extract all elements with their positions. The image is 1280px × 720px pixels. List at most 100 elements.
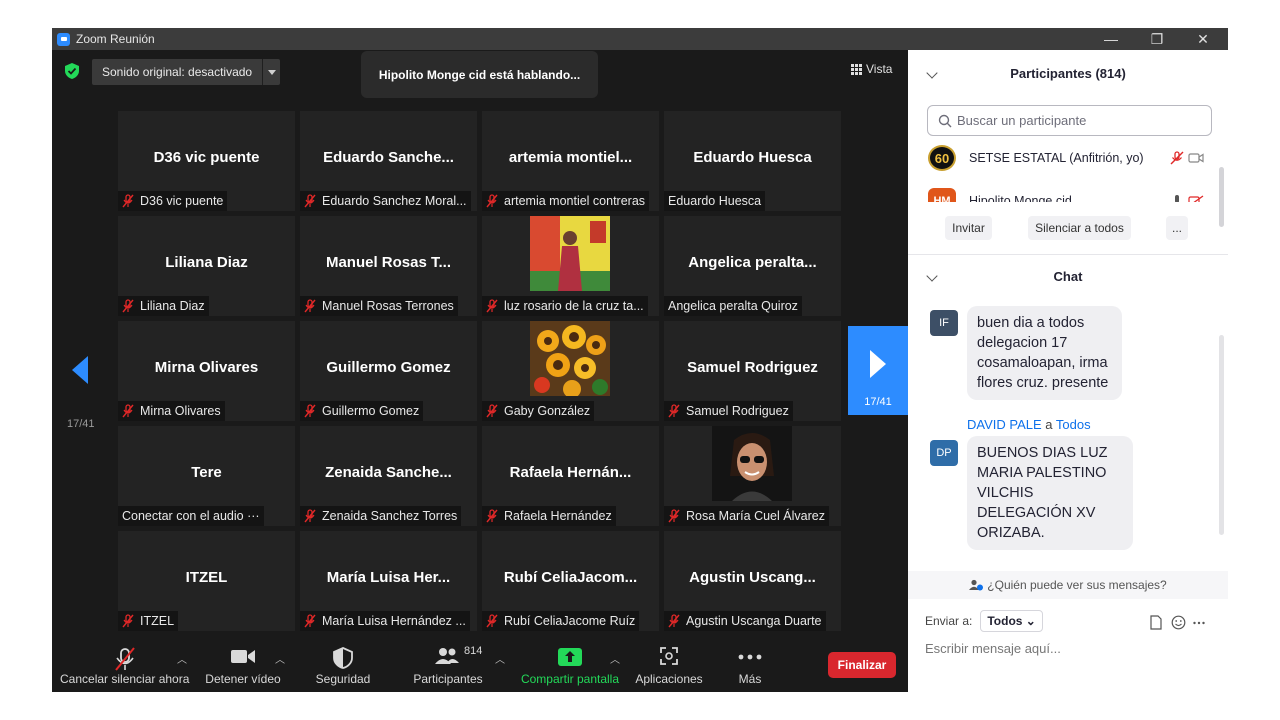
participant-name: Eduardo Huesca [693,149,812,166]
next-page-button[interactable]: 17/41 [848,326,908,415]
microphone-icon[interactable] [1172,194,1182,202]
participant-photo [712,426,792,501]
participant-tile[interactable]: Eduardo Huesca Eduardo Huesca [664,111,841,211]
restore-button[interactable]: ❐ [1134,28,1180,50]
participant-label-text: Mirna Olivares [140,404,221,418]
participant-tile[interactable]: Rafaela Hernán... Rafaela Hernández [482,426,659,526]
participant-tile[interactable]: ITZEL ITZEL [118,531,295,631]
unmute-label: Cancelar silenciar ahora [60,672,190,686]
meeting-toolbar: Cancelar silenciar ahora ︿ Detener vídeo… [52,639,908,692]
chat-message-input[interactable]: Escribir mensaje aquí... [925,641,1215,656]
participant-tile[interactable]: Gaby González [482,321,659,421]
audio-options-chevron-icon[interactable]: ︿ [177,651,187,666]
emoji-icon[interactable] [1171,615,1186,630]
participant-tile[interactable]: Samuel Rodriguez Samuel Rodriguez [664,321,841,421]
participant-label-text: luz rosario de la cruz ta... [504,299,644,313]
participant-tile[interactable]: Angelica peralta... Angelica peralta Qui… [664,216,841,316]
chat-scrollbar[interactable] [1219,335,1224,535]
original-sound-label: Sonido original: desactivado [102,65,253,79]
participants-button[interactable]: 814 Participantes [408,639,488,692]
message-sender-line: DAVID PALE a Todos [967,417,1091,432]
invite-button[interactable]: Invitar [945,216,992,240]
send-to-row: Enviar a: Todos ⌄ [925,610,1043,632]
participant-tile[interactable]: Zenaida Sanche... Zenaida Sanchez Torres [300,426,477,526]
video-off-icon[interactable] [1188,195,1204,202]
message-sender[interactable]: DAVID PALE [967,417,1042,432]
participant-label: Liliana Diaz [118,296,209,316]
participant-tile[interactable]: Agustin Uscang... Agustin Uscanga Duarte [664,531,841,631]
apps-button[interactable]: Aplicaciones [632,639,706,692]
participant-name: Samuel Rodriguez [687,359,818,376]
participant-label: Rubí CeliaJacome Ruíz [482,611,640,631]
participant-label-text: Manuel Rosas Terrones [322,299,454,313]
participant-label: Rosa María Cuel Álvarez [664,506,829,526]
participant-name: Angelica peralta... [688,254,817,271]
chat-more-icon[interactable] [1193,621,1205,625]
participant-name: María Luisa Her... [326,569,451,586]
participants-label: Participantes [413,672,483,686]
title-bar: Zoom Reunión — ❐ ✕ [52,28,1228,50]
participant-label-text: Guillermo Gomez [322,404,420,418]
participant-name: Zenaida Sanche... [325,464,452,481]
participant-tile[interactable]: Liliana Diaz Liliana Diaz [118,216,295,316]
participant-label: Rafaela Hernández [482,506,616,526]
chat-message: buen dia a todos delegacion 17 cosamaloa… [967,306,1122,400]
end-meeting-button[interactable]: Finalizar [828,652,896,678]
participant-label: Angelica peralta Quiroz [664,296,802,316]
view-button[interactable]: Vista [851,62,892,76]
message-recipient[interactable]: Todos [1056,417,1091,432]
participant-tile[interactable]: luz rosario de la cruz ta... [482,216,659,316]
send-to-dropdown[interactable]: Todos ⌄ [980,610,1043,632]
participant-tile[interactable]: Guillermo Gomez Guillermo Gomez [300,321,477,421]
share-options-chevron-icon[interactable]: ︿ [610,651,620,666]
participant-name: Rubí CeliaJacom... [503,569,638,586]
participant-label: Manuel Rosas Terrones [300,296,458,316]
muted-mic-icon [122,404,134,418]
send-to-label: Enviar a: [925,614,973,628]
participant-tile[interactable]: D36 vic puente D36 vic puente [118,111,295,211]
participant-label: Agustin Uscanga Duarte [664,611,826,631]
active-speaker-banner: Hipolito Monge cid está hablando... [361,51,598,98]
muted-mic-icon[interactable] [1170,151,1184,165]
participants-more-button[interactable]: ... [1166,216,1188,240]
chevron-down-icon[interactable] [262,59,280,85]
participant-avatar: 60 [928,145,956,171]
close-button[interactable]: ✕ [1180,28,1226,50]
participant-tile[interactable]: Mirna Olivares Mirna Olivares [118,321,295,421]
file-icon[interactable] [1149,615,1163,630]
original-sound-dropdown[interactable]: Sonido original: desactivado [92,59,281,85]
more-button[interactable]: Más [726,639,774,692]
participants-options-chevron-icon[interactable]: ︿ [495,651,505,666]
who-can-see-messages-link[interactable]: ¿Quién puede ver sus mensajes? [908,571,1228,599]
participant-tile[interactable]: Manuel Rosas T... Manuel Rosas Terrones [300,216,477,316]
participant-tile[interactable]: María Luisa Her... María Luisa Hernández… [300,531,477,631]
participant-name: Mirna Olivares [154,359,259,376]
participants-scrollbar[interactable] [1219,167,1224,227]
share-screen-button[interactable]: Compartir pantalla [516,639,624,692]
muted-mic-icon [668,509,680,523]
video-off-icon[interactable] [1188,152,1204,164]
participant-row[interactable]: 60 SETSE ESTATAL (Anfitrión, yo) [928,145,1218,171]
participant-tile[interactable]: artemia montiel... artemia montiel contr… [482,111,659,211]
participant-photo [530,321,610,396]
participant-search-input[interactable]: Buscar un participante [927,105,1212,136]
participant-tile[interactable]: Rosa María Cuel Álvarez [664,426,841,526]
unmute-button[interactable]: Cancelar silenciar ahora [60,639,190,692]
muted-mic-icon [304,194,316,208]
apps-icon [660,647,678,665]
video-options-chevron-icon[interactable]: ︿ [275,651,285,666]
encryption-shield-icon[interactable] [65,63,79,79]
previous-page-arrow-icon[interactable] [72,356,88,384]
minimize-button[interactable]: — [1088,28,1134,50]
participant-tile[interactable]: Eduardo Sanche... Eduardo Sanchez Moral.… [300,111,477,211]
stop-video-button[interactable]: Detener vídeo [202,639,284,692]
participant-search-placeholder: Buscar un participante [957,113,1087,128]
participant-tile[interactable]: Rubí CeliaJacom... Rubí CeliaJacome Ruíz [482,531,659,631]
video-camera-icon [231,650,255,663]
participant-row[interactable]: HM Hipolito Monge cid [928,188,1218,202]
participant-row-name: SETSE ESTATAL (Anfitrión, yo) [969,151,1144,165]
security-button[interactable]: Seguridad [306,639,380,692]
participant-tile[interactable]: Tere Conectar con el audio ··· [118,426,295,526]
mute-all-button[interactable]: Silenciar a todos [1028,216,1131,240]
participant-label-text: Gaby González [504,404,591,418]
